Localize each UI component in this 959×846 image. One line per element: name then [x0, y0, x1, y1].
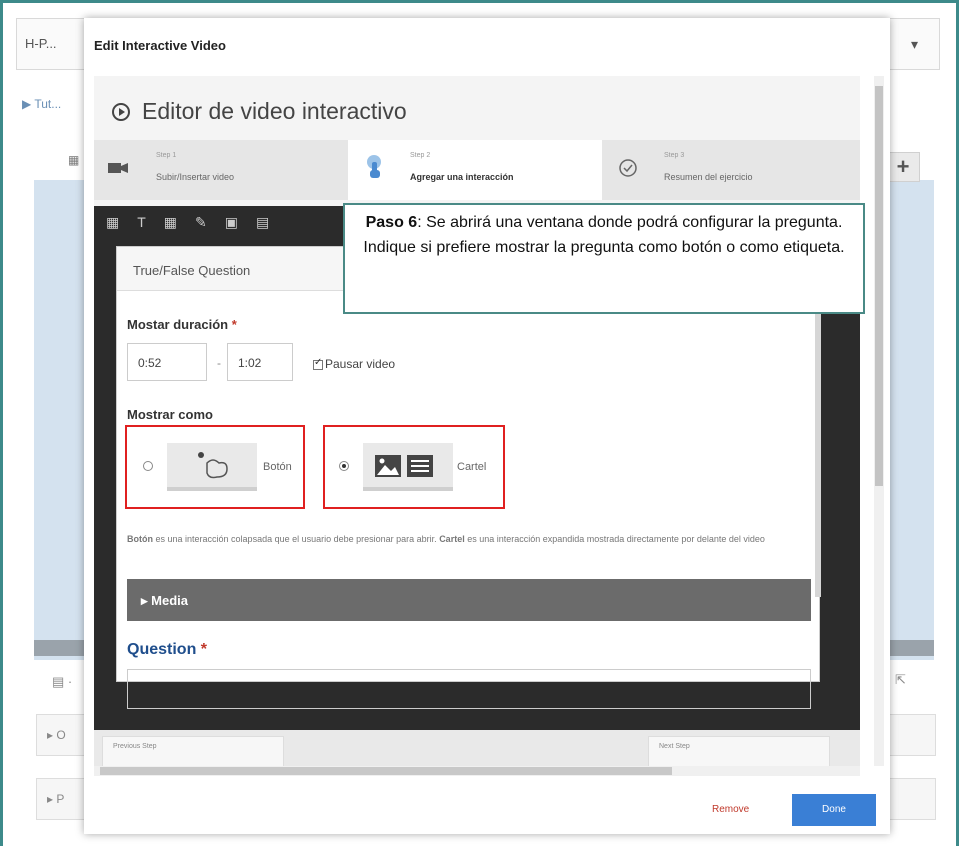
required-mark: * — [231, 317, 237, 332]
callout-step: Paso 6 — [365, 214, 418, 231]
video-camera-icon — [108, 163, 128, 173]
option-button-label: Botón — [263, 461, 292, 473]
expand-icon[interactable]: ⇱ — [895, 672, 906, 688]
desc-text-1: es una interacción colapsada que el usua… — [153, 534, 440, 544]
cursor-hand-icon — [198, 452, 228, 479]
radio-poster-option[interactable] — [339, 461, 349, 471]
start-time-input[interactable]: 0:52 — [127, 343, 207, 381]
step-label: Resumen del ejercicio — [664, 172, 753, 182]
pause-label: Pausar video — [325, 357, 396, 371]
chevron-down-icon[interactable]: ▾ — [889, 19, 939, 69]
modal-scrollbar[interactable] — [874, 76, 884, 766]
step-upload[interactable]: Step 1 Subir/Insertar video — [94, 140, 348, 200]
preview-bar — [363, 487, 453, 491]
checkbox[interactable] — [313, 357, 323, 370]
question-label: Question * — [127, 641, 207, 659]
poster-card-icon — [375, 455, 433, 477]
duration-label: Mostar duración * — [127, 317, 237, 332]
media-label: Media — [151, 593, 188, 608]
time-separator: - — [217, 356, 221, 370]
breadcrumb-label: Tut... — [34, 97, 62, 111]
step-number: Step 2 — [410, 152, 431, 159]
editor-title-text: Editor de video interactivo — [142, 98, 407, 124]
dialog-title: True/False Question — [133, 263, 251, 278]
instruction-callout: Paso 6: Se abrirá una ventana donde podr… — [343, 203, 865, 314]
duration-label-text: Mostar duración — [127, 317, 229, 332]
question-input[interactable] — [127, 669, 811, 709]
done-button[interactable]: Done — [792, 794, 876, 826]
desc-bold-poster: Cartel — [439, 534, 465, 544]
breadcrumb[interactable]: ▶ Tut... — [22, 97, 61, 111]
step-label: Agregar una interacción — [410, 172, 514, 182]
media-section-toggle[interactable]: ▸ Media — [127, 579, 811, 621]
interaction-toolbar[interactable]: ▦T▦✎▣▤ — [106, 214, 287, 231]
step-number: Step 1 — [156, 152, 177, 159]
add-icon[interactable]: + — [886, 152, 920, 182]
desc-text-2: es una interacción expandida mostrada di… — [464, 534, 765, 544]
row-label: P — [56, 792, 65, 806]
app-label: H-P... — [25, 36, 57, 51]
end-time-input[interactable]: 1:02 — [227, 343, 293, 381]
row-label: O — [56, 728, 66, 742]
step-label: Subir/Insertar video — [156, 172, 235, 182]
grid-icon: ▦ — [68, 153, 80, 167]
play-circle-icon — [112, 103, 130, 121]
step-number: Step 3 — [664, 152, 685, 159]
question-label-text: Question — [127, 641, 197, 658]
scrollbar-thumb[interactable] — [875, 86, 883, 486]
radio-button-option[interactable] — [143, 461, 153, 471]
step-summary[interactable]: Step 3 Resumen del ejercicio — [602, 140, 860, 200]
remove-button[interactable]: Remove — [712, 804, 749, 815]
horizontal-scrollbar[interactable] — [94, 766, 860, 776]
hand-pointer-icon — [367, 155, 381, 178]
modal-title: Edit Interactive Video — [94, 38, 226, 53]
dialog-scrollbar[interactable] — [815, 297, 821, 597]
list-icon: ▤ · — [52, 674, 73, 689]
option-poster-label: Cartel — [457, 461, 487, 473]
step-add-interaction[interactable]: Step 2 Agregar una interacción — [348, 140, 602, 200]
steps-bar: Step 1 Subir/Insertar video Step 2 Agreg… — [94, 140, 860, 200]
scrollbar-thumb[interactable] — [100, 767, 672, 775]
required-mark: * — [200, 641, 208, 658]
check-circle-icon — [619, 159, 637, 177]
editor-title: Editor de video interactivo — [112, 98, 407, 125]
callout-text: : Se abrirá una ventana donde podrá conf… — [363, 214, 845, 256]
desc-bold-button: Botón — [127, 534, 153, 544]
display-description: Botón es una interacción colapsada que e… — [127, 533, 807, 545]
poster-preview — [363, 443, 453, 491]
pause-video-checkbox[interactable]: Pausar video — [313, 357, 395, 371]
edit-interactive-video-modal: Edit Interactive Video Editor de video i… — [84, 18, 890, 834]
button-preview — [167, 443, 257, 491]
display-as-label: Mostrar como — [127, 407, 213, 422]
preview-bar — [167, 487, 257, 491]
